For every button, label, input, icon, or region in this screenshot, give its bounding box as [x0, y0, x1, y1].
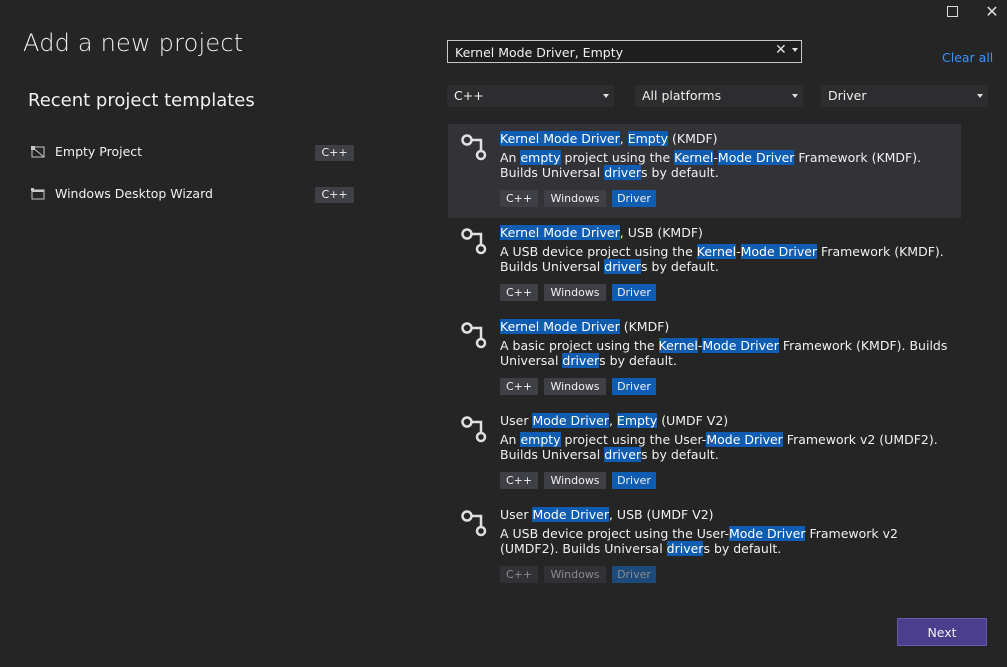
language-tag: C++	[315, 145, 354, 161]
clear-search-icon[interactable]: ✕	[775, 42, 787, 58]
driver-template-icon	[461, 416, 487, 443]
search-match-highlight: Mode Driver	[706, 432, 783, 447]
tag-driver: Driver	[612, 190, 656, 207]
template-title: Kernel Mode Driver (KMDF)	[500, 319, 670, 334]
recent-item-name: Empty Project	[55, 144, 143, 159]
tag-driver: Driver	[612, 472, 656, 489]
language-filter[interactable]: C++	[447, 85, 614, 107]
search-input[interactable]	[455, 43, 765, 61]
search-match-highlight: Kernel	[674, 150, 714, 165]
recent-templates-heading: Recent project templates	[28, 90, 255, 111]
template-title: User Mode Driver, USB (UMDF V2)	[500, 507, 714, 522]
template-description: A USB device project using the Kernel-Mo…	[500, 244, 944, 274]
empty-project-icon	[31, 146, 45, 158]
chevron-down-icon	[977, 94, 983, 98]
tag-windows: Windows	[544, 378, 606, 395]
tag-driver: Driver	[612, 284, 656, 301]
search-match-highlight: Mode Driver	[532, 507, 609, 522]
template-description: An empty project using the Kernel-Mode D…	[500, 150, 922, 180]
language-tag: C++	[315, 187, 354, 203]
template-item[interactable]: User Mode Driver, USB (UMDF V2) A USB dev…	[448, 500, 961, 594]
template-description: An empty project using the User-Mode Dri…	[500, 432, 938, 462]
chevron-down-icon	[603, 94, 609, 98]
template-tags: C++ Windows Driver	[500, 472, 662, 491]
search-history-dropdown-icon[interactable]	[792, 48, 798, 52]
platform-filter[interactable]: All platforms	[635, 85, 803, 107]
search-match-highlight: Kernel	[696, 244, 737, 259]
close-icon: ✕	[985, 2, 999, 21]
tag-cpp: C++	[500, 472, 538, 489]
driver-template-icon	[461, 510, 487, 537]
driver-template-icon	[461, 228, 487, 255]
search-box[interactable]: ✕	[447, 40, 802, 63]
close-button[interactable]: ✕	[972, 0, 1007, 24]
template-title: User Mode Driver, Empty (UMDF V2)	[500, 413, 729, 428]
search-match-highlight: driver	[604, 447, 642, 462]
template-item[interactable]: Kernel Mode Driver, USB (KMDF) A USB devi…	[448, 218, 961, 312]
driver-template-icon	[461, 134, 487, 161]
windows-desktop-wizard-icon	[31, 188, 45, 200]
search-match-highlight: Kernel Mode Driver	[500, 319, 620, 334]
template-title: Kernel Mode Driver, USB (KMDF)	[500, 225, 703, 240]
search-match-highlight: Kernel	[658, 338, 698, 353]
search-match-highlight: Mode Driver	[717, 150, 795, 165]
search-match-highlight: driver	[604, 259, 642, 274]
tag-windows: Windows	[544, 190, 606, 207]
recent-item-name: Windows Desktop Wizard	[55, 186, 213, 201]
tag-cpp: C++	[500, 190, 538, 207]
search-match-highlight: Mode Driver	[532, 413, 609, 428]
template-item[interactable]: Kernel Mode Driver (KMDF) A basic project…	[448, 312, 961, 406]
tag-windows: Windows	[544, 284, 606, 301]
tag-windows: Windows	[544, 472, 606, 489]
search-match-highlight: Mode Driver	[728, 526, 806, 541]
search-match-highlight: Kernel Mode Driver	[500, 225, 620, 240]
recent-item-empty-project[interactable]: Empty Project C++	[28, 139, 358, 167]
template-tags: C++ Windows Driver	[500, 190, 662, 209]
driver-template-icon	[461, 322, 487, 349]
search-match-highlight: driver	[666, 541, 704, 556]
search-match-highlight: driver	[562, 353, 600, 368]
search-match-highlight: Empty	[616, 413, 658, 428]
next-button[interactable]: Next	[897, 618, 987, 646]
tag-driver: Driver	[612, 378, 656, 395]
template-item[interactable]: Kernel Mode Driver, Empty (KMDF) An empty…	[448, 124, 961, 218]
tag-cpp: C++	[500, 566, 538, 583]
clear-all-link[interactable]: Clear all	[942, 50, 993, 65]
language-filter-value: C++	[454, 88, 484, 103]
search-match-highlight: Empty	[627, 131, 669, 146]
search-match-highlight: empty	[520, 150, 561, 165]
maximize-icon	[946, 5, 958, 17]
template-tags: C++ Windows Driver	[500, 566, 662, 585]
maximize-button[interactable]	[932, 0, 972, 24]
tag-driver: Driver	[612, 566, 656, 583]
tag-cpp: C++	[500, 378, 538, 395]
tag-windows: Windows	[544, 566, 606, 583]
search-match-highlight: empty	[520, 432, 561, 447]
search-match-highlight: Kernel Mode Driver	[500, 131, 620, 146]
template-description: A USB device project using the User-Mode…	[500, 526, 898, 556]
search-match-highlight: driver	[604, 165, 642, 180]
project-type-filter-value: Driver	[828, 88, 867, 103]
recent-item-windows-desktop-wizard[interactable]: Windows Desktop Wizard C++	[28, 181, 358, 209]
project-type-filter[interactable]: Driver	[821, 85, 988, 107]
search-match-highlight: Mode Driver	[740, 244, 818, 259]
template-tags: C++ Windows Driver	[500, 284, 662, 303]
chevron-down-icon	[792, 94, 798, 98]
template-title: Kernel Mode Driver, Empty (KMDF)	[500, 131, 718, 146]
platform-filter-value: All platforms	[642, 88, 722, 103]
tag-cpp: C++	[500, 284, 538, 301]
template-tags: C++ Windows Driver	[500, 378, 662, 397]
page-title: Add a new project	[23, 29, 244, 57]
template-description: A basic project using the Kernel-Mode Dr…	[500, 338, 948, 368]
template-item[interactable]: User Mode Driver, Empty (UMDF V2) An empt…	[448, 406, 961, 500]
search-match-highlight: Mode Driver	[702, 338, 779, 353]
